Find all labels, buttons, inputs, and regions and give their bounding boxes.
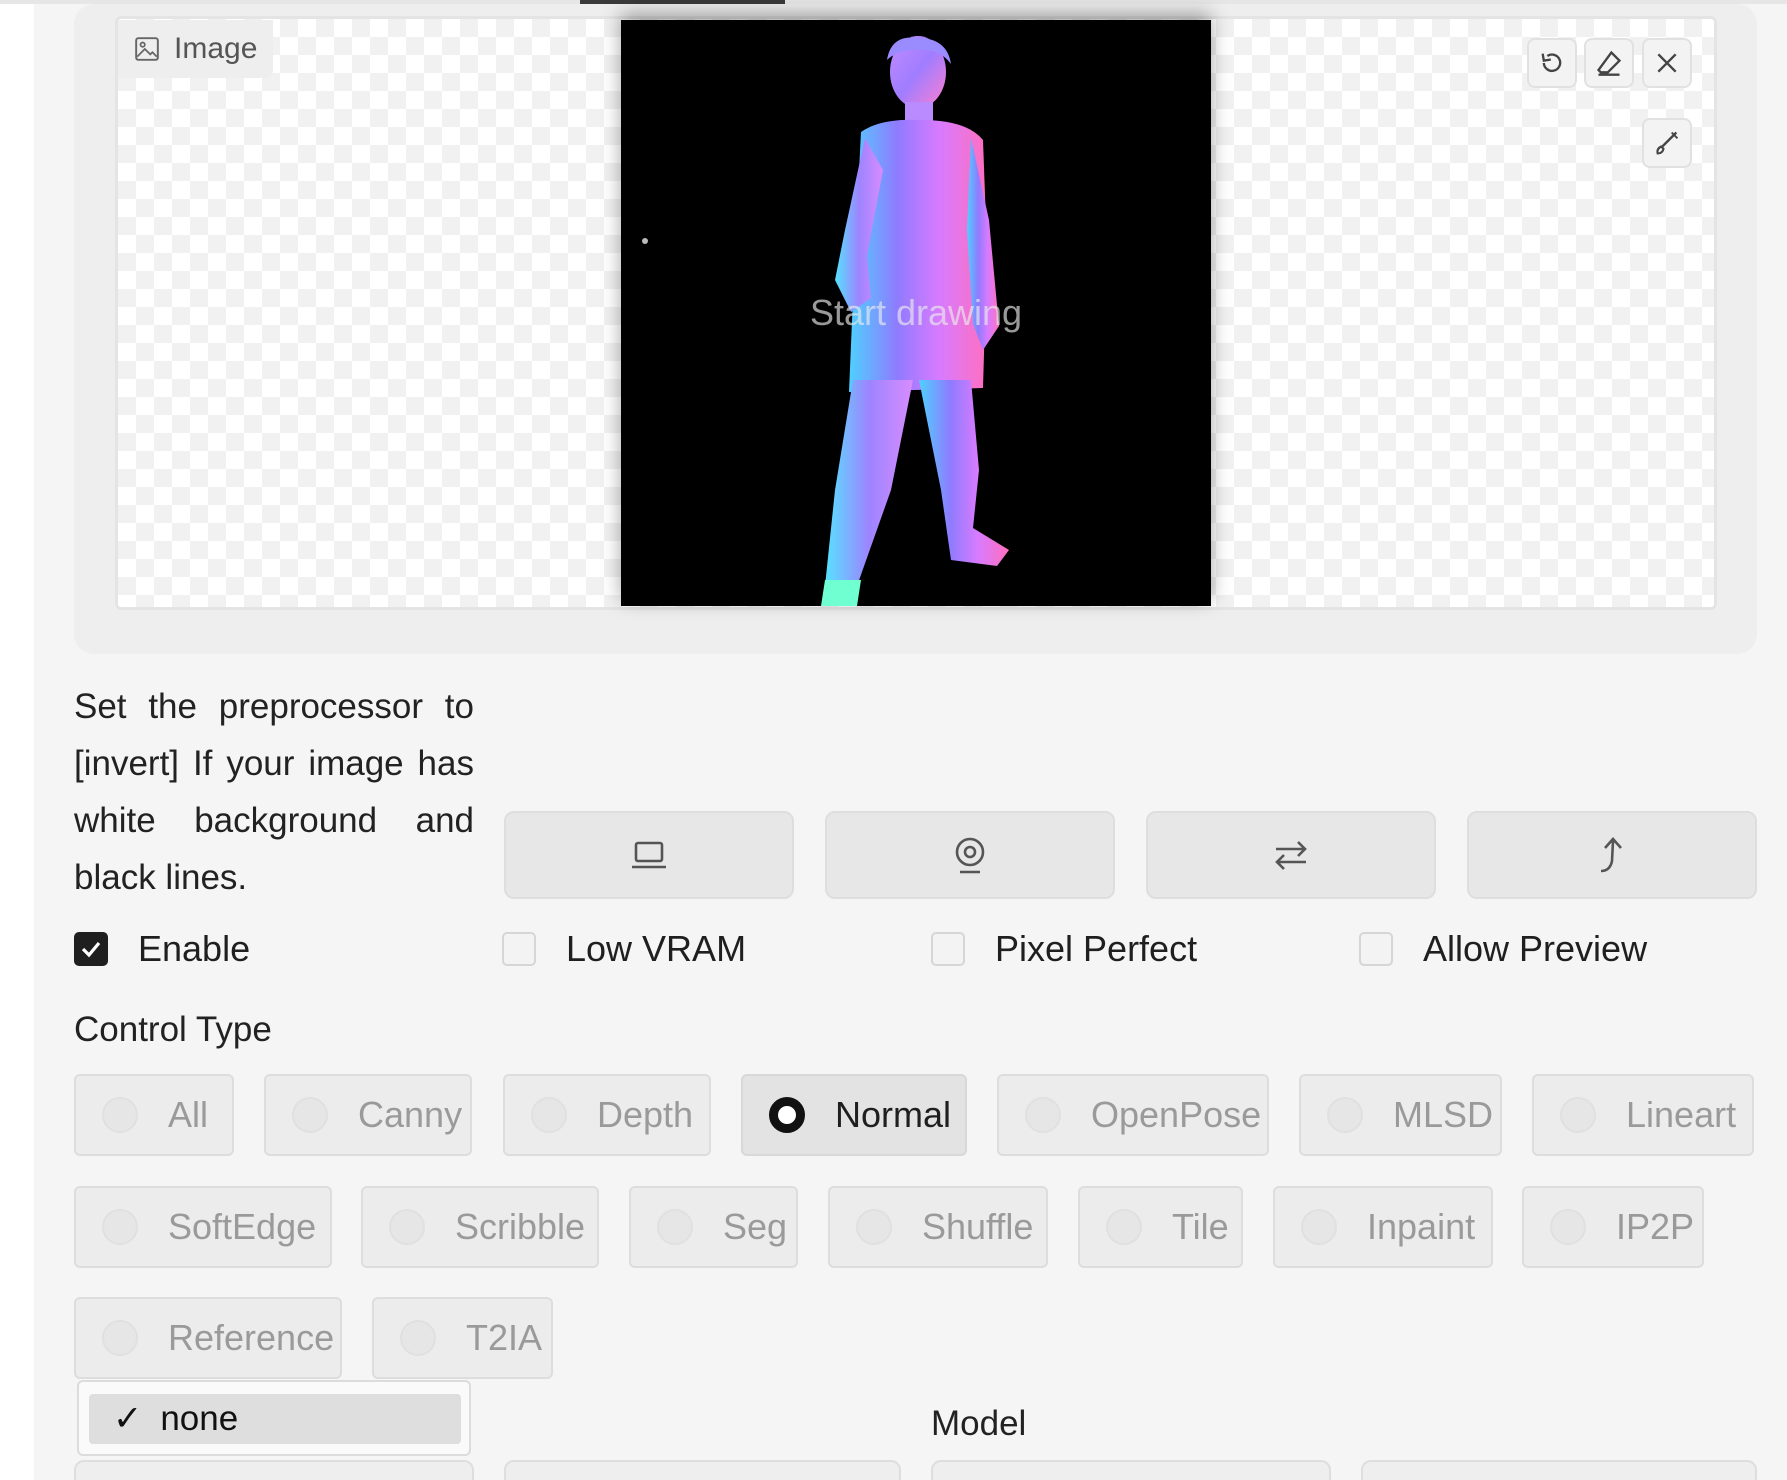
radio-dot-selected[interactable] — [769, 1097, 805, 1133]
brush-icon — [1656, 131, 1679, 155]
allow-preview-checkbox[interactable]: Allow Preview — [1359, 920, 1647, 978]
pixel-perfect-checkbox[interactable]: Pixel Perfect — [931, 920, 1197, 978]
radio-dot[interactable] — [1025, 1097, 1061, 1133]
control-type-label-t2ia: T2IA — [466, 1317, 543, 1358]
low-vram-label: Low VRAM — [566, 928, 747, 969]
control-type-lineart[interactable]: Lineart — [1532, 1074, 1754, 1156]
radio-dot[interactable] — [1106, 1209, 1142, 1245]
image-label-text: Image — [174, 32, 258, 65]
erase-button[interactable] — [1584, 38, 1634, 88]
send-up-icon — [1600, 837, 1622, 873]
control-type-ip2p[interactable]: IP2P — [1522, 1186, 1704, 1268]
radio-dot[interactable] — [1301, 1209, 1337, 1245]
image-label: Image — [118, 20, 274, 78]
eraser-icon — [1596, 50, 1622, 76]
preprocessor-select[interactable] — [74, 1460, 474, 1480]
control-type-label-seg: Seg — [723, 1206, 788, 1247]
control-type-label-inpaint: Inpaint — [1367, 1206, 1476, 1247]
control-type-label-reference: Reference — [168, 1317, 335, 1358]
control-type-label-normal: Normal — [835, 1094, 952, 1135]
low-vram-checkbox[interactable]: Low VRAM — [502, 920, 746, 978]
control-type-tile[interactable]: Tile — [1078, 1186, 1243, 1268]
pixel-perfect-checkbox-box[interactable] — [931, 932, 965, 966]
radio-dot[interactable] — [102, 1320, 138, 1356]
laptop-button[interactable] — [504, 811, 794, 899]
model-label: Model — [931, 1404, 1027, 1443]
control-type-label-tile: Tile — [1172, 1206, 1229, 1247]
control-type-normal[interactable]: Normal — [741, 1074, 967, 1156]
control-type-shuffle[interactable]: Shuffle — [828, 1186, 1048, 1268]
drawing-canvas[interactable]: Start drawing — [621, 20, 1211, 606]
pixel-perfect-label: Pixel Perfect — [995, 928, 1198, 969]
preprocessor-dropdown[interactable]: ✓ none — [77, 1380, 471, 1456]
model-refresh-area — [1361, 1460, 1757, 1480]
preprocessor-hint: Set the preprocessor to [invert] If your… — [74, 687, 474, 897]
swap-icon — [1275, 841, 1307, 870]
control-type-inpaint[interactable]: Inpaint — [1273, 1186, 1493, 1268]
control-type-depth[interactable]: Depth — [503, 1074, 711, 1156]
control-type-label-all: All — [168, 1094, 209, 1135]
enable-checkbox[interactable]: Enable — [74, 920, 250, 978]
close-icon — [1657, 53, 1677, 73]
radio-dot[interactable] — [1550, 1209, 1586, 1245]
webcam-icon — [955, 837, 985, 874]
image-icon — [135, 37, 159, 61]
control-type-label-shuffle: Shuffle — [922, 1206, 1034, 1247]
canvas-placeholder: Start drawing — [809, 292, 1023, 333]
radio-dot[interactable] — [1327, 1097, 1363, 1133]
radio-dot[interactable] — [400, 1320, 436, 1356]
control-type-reference[interactable]: Reference — [74, 1297, 342, 1379]
control-type-label-mlsd: MLSD — [1393, 1094, 1494, 1135]
send-up-button[interactable] — [1467, 811, 1757, 899]
enable-checkbox-box[interactable] — [74, 932, 108, 966]
radio-dot[interactable] — [389, 1209, 425, 1245]
control-type-label-depth: Depth — [597, 1094, 694, 1135]
control-type-label-scribble: Scribble — [455, 1206, 586, 1247]
control-type-canny[interactable]: Canny — [264, 1074, 472, 1156]
model-select[interactable] — [931, 1460, 1331, 1480]
swap-button[interactable] — [1146, 811, 1436, 899]
control-type-label-canny: Canny — [358, 1094, 463, 1135]
allow-preview-checkbox-box[interactable] — [1359, 932, 1393, 966]
control-type-label-openpose: OpenPose — [1091, 1094, 1262, 1135]
allow-preview-label: Allow Preview — [1423, 928, 1648, 969]
control-type-scribble[interactable]: Scribble — [361, 1186, 599, 1268]
control-type-mlsd[interactable]: MLSD — [1299, 1074, 1502, 1156]
check-icon — [81, 941, 101, 958]
radio-dot[interactable] — [102, 1209, 138, 1245]
preprocessor-run-area — [504, 1460, 901, 1480]
control-type-softedge[interactable]: SoftEdge — [74, 1186, 332, 1268]
radio-dot[interactable] — [292, 1097, 328, 1133]
control-type-all[interactable]: All — [74, 1074, 234, 1156]
laptop-icon — [632, 841, 666, 869]
preprocessor-option-none[interactable]: ✓ none — [89, 1394, 461, 1444]
brush-cursor-dot — [642, 238, 648, 244]
control-type-t2ia[interactable]: T2IA — [372, 1297, 553, 1379]
control-type-label-softedge: SoftEdge — [168, 1206, 317, 1247]
webcam-button[interactable] — [825, 811, 1115, 899]
control-type-openpose[interactable]: OpenPose — [997, 1074, 1269, 1156]
checkmark-icon: ✓ — [113, 1399, 143, 1438]
control-type-label-ip2p: IP2P — [1616, 1206, 1695, 1247]
undo-icon — [1541, 53, 1562, 72]
radio-dot[interactable] — [102, 1097, 138, 1133]
control-type-seg[interactable]: Seg — [629, 1186, 798, 1268]
brush-button[interactable] — [1642, 118, 1692, 168]
control-type-label-lineart: Lineart — [1626, 1094, 1737, 1135]
control-type-label: Control Type — [74, 1010, 272, 1049]
radio-dot[interactable] — [657, 1209, 693, 1245]
undo-button[interactable] — [1527, 38, 1577, 88]
close-image-button[interactable] — [1642, 38, 1692, 88]
radio-dot[interactable] — [531, 1097, 567, 1133]
radio-dot[interactable] — [856, 1209, 892, 1245]
enable-label: Enable — [138, 928, 251, 969]
low-vram-checkbox-box[interactable] — [502, 932, 536, 966]
preprocessor-option-label: none — [160, 1399, 239, 1438]
radio-dot[interactable] — [1560, 1097, 1596, 1133]
